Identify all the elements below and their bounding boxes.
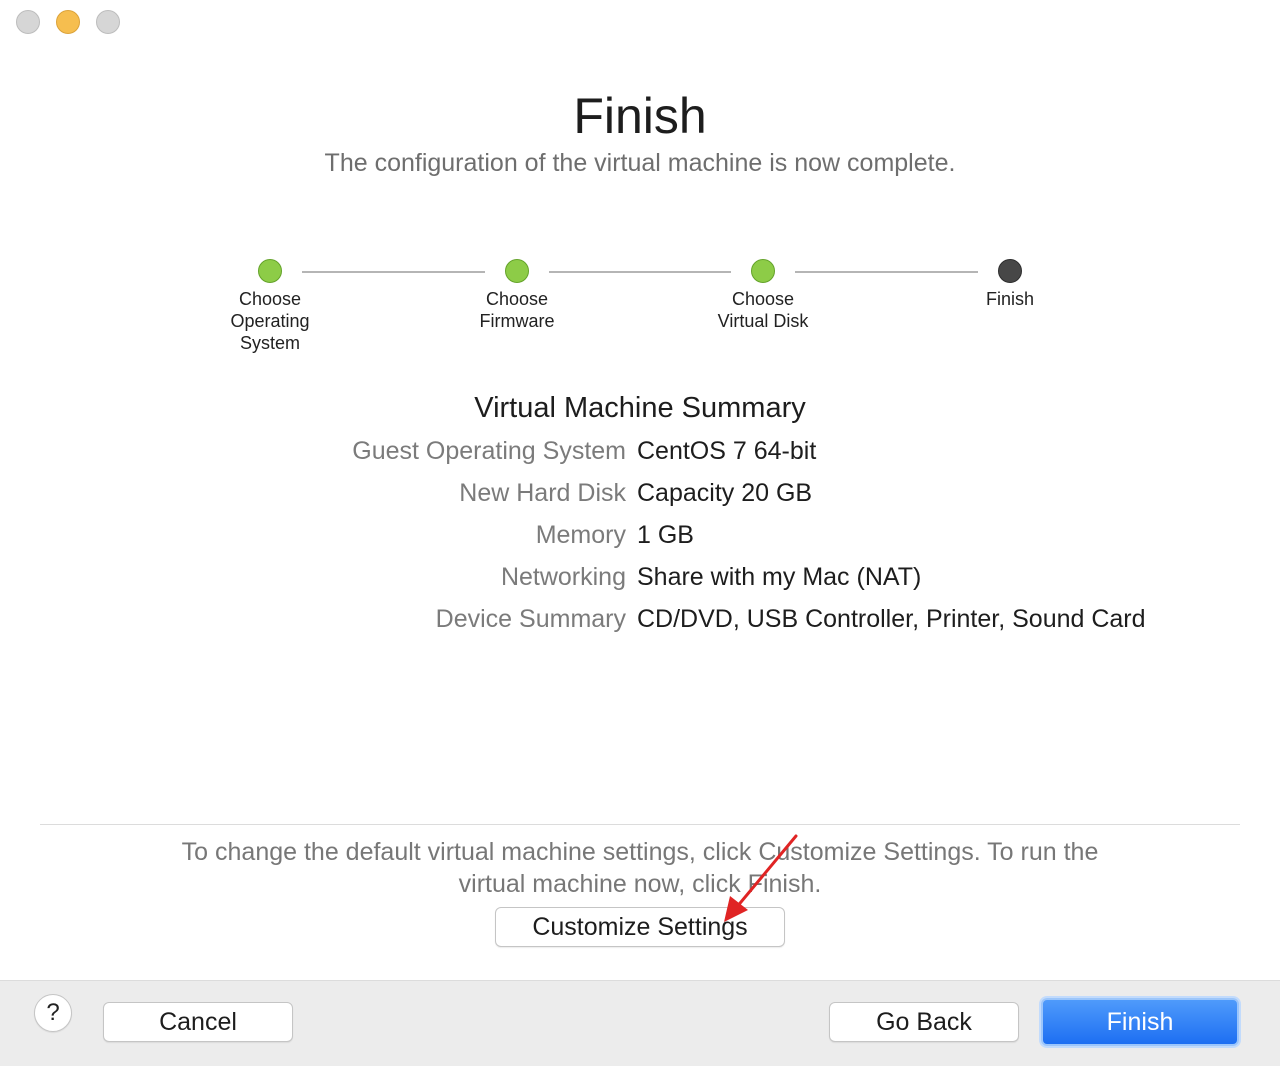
page-title: Finish (573, 88, 707, 144)
step-choose-operating-system: Choose Operating System (190, 258, 350, 354)
summary-key: Networking (500, 563, 626, 591)
step-choose-firmware: Choose Firmware (437, 258, 597, 332)
summary-row-networking: Networking Share with my Mac (NAT) (0, 556, 1280, 598)
close-window-button[interactable] (16, 10, 40, 34)
content-divider (40, 824, 1240, 825)
summary-row-memory: Memory 1 GB (0, 514, 1280, 556)
finish-button[interactable]: Finish (1041, 998, 1239, 1046)
wizard-stepper: Choose Operating System Choose Firmware … (0, 258, 1280, 368)
summary-value: CentOS 7 64-bit (637, 437, 817, 465)
summary-value: 1 GB (637, 521, 694, 549)
hint-line: virtual machine now, click Finish. (458, 870, 822, 898)
step-label: Finish (985, 289, 1034, 309)
step-complete-icon (751, 259, 775, 283)
customize-hint-text: To change the default virtual machine se… (100, 836, 1180, 900)
summary-key: Device Summary (435, 605, 626, 633)
help-button[interactable]: ? (34, 994, 72, 1032)
step-finish: Finish (930, 258, 1090, 310)
summary-row-devices: Device Summary CD/DVD, USB Controller, P… (0, 598, 1280, 640)
summary-row-guest-os: Guest Operating System CentOS 7 64-bit (0, 430, 1280, 472)
summary-value: CD/DVD, USB Controller, Printer, Sound C… (637, 605, 1146, 633)
summary-key: Guest Operating System (352, 437, 626, 465)
step-label: Choose Virtual Disk (717, 289, 809, 331)
step-current-icon (998, 259, 1022, 283)
window-controls (16, 10, 120, 34)
step-label: Choose Firmware (479, 289, 555, 331)
summary-row-hard-disk: New Hard Disk Capacity 20 GB (0, 472, 1280, 514)
customize-settings-button[interactable]: Customize Settings (495, 907, 785, 947)
vm-assistant-window: Finish The configuration of the virtual … (0, 0, 1280, 1066)
step-choose-virtual-disk: Choose Virtual Disk (683, 258, 843, 332)
minimize-window-button[interactable] (56, 10, 80, 34)
go-back-button[interactable]: Go Back (829, 1002, 1019, 1042)
summary-table: Guest Operating System CentOS 7 64-bit N… (0, 430, 1280, 640)
step-complete-icon (505, 259, 529, 283)
zoom-window-button[interactable] (96, 10, 120, 34)
hint-line: To change the default virtual machine se… (181, 838, 1099, 866)
step-complete-icon (258, 259, 282, 283)
summary-value: Share with my Mac (NAT) (637, 563, 922, 591)
summary-key: Memory (535, 521, 626, 549)
summary-heading: Virtual Machine Summary (474, 392, 806, 424)
summary-value: Capacity 20 GB (637, 479, 813, 507)
page-subtitle: The configuration of the virtual machine… (324, 149, 956, 177)
summary-key: New Hard Disk (459, 479, 626, 507)
cancel-button[interactable]: Cancel (103, 1002, 293, 1042)
step-label: Choose Operating System (230, 289, 310, 353)
